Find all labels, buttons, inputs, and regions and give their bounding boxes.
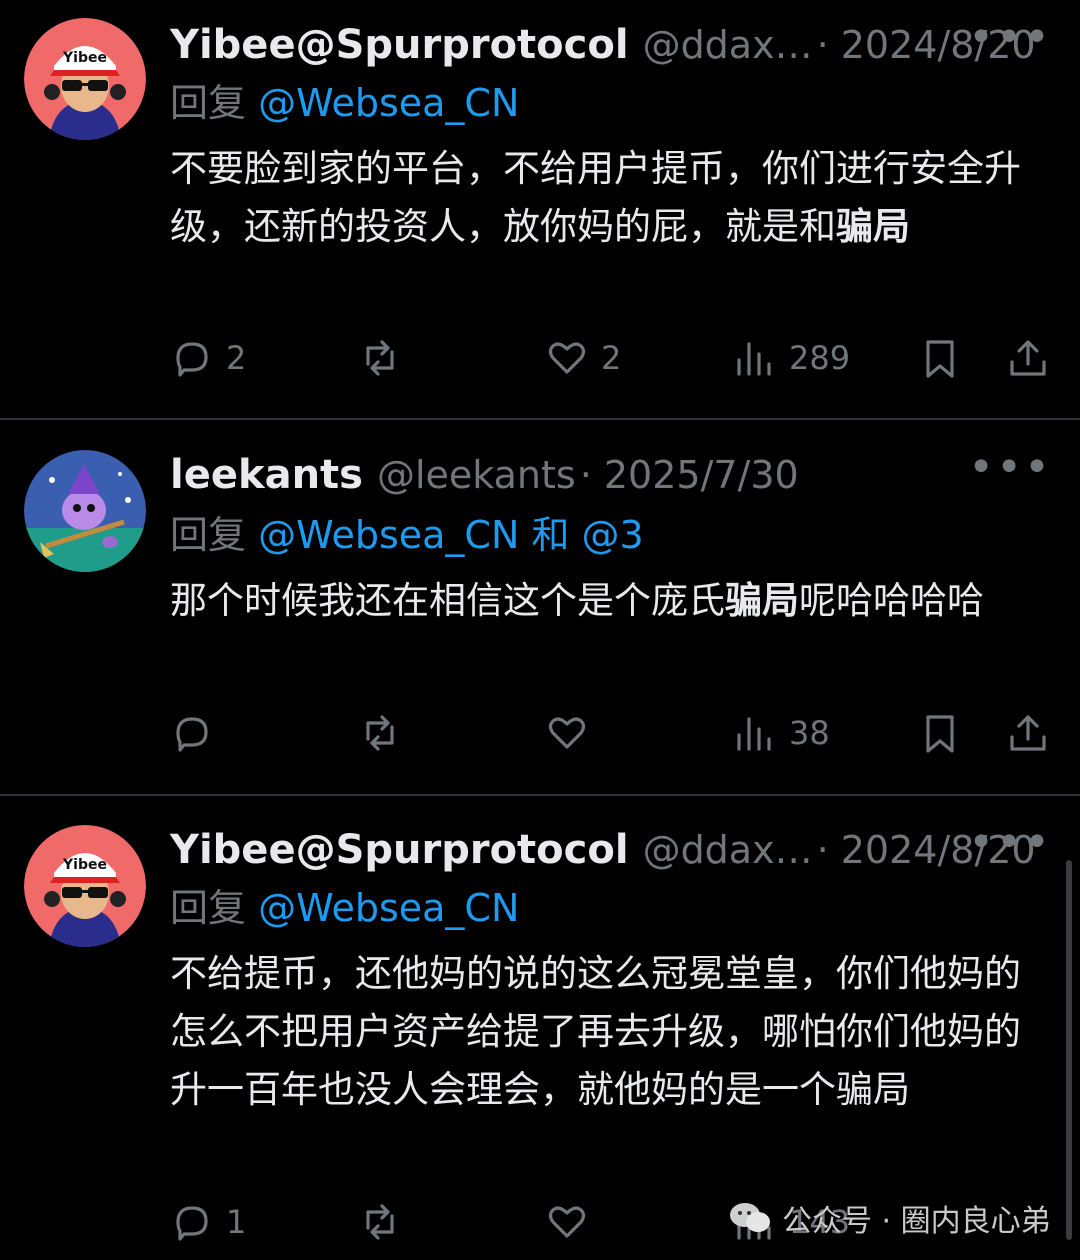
- tweet-text-bold: 骗局: [725, 579, 799, 622]
- reply-context: 回复 @Websea_CN: [170, 877, 519, 932]
- tweet-1[interactable]: Yibee Yibee@Spurprotocol @ddax… · 2024/8…: [0, 10, 1080, 410]
- reply-icon: [176, 717, 208, 752]
- more-options-icon[interactable]: •••: [968, 446, 1052, 490]
- share-icon: [1010, 715, 1046, 751]
- tweet-header: leekants @leekants · 2025/7/30: [170, 440, 1080, 510]
- reply-mention-link[interactable]: @Websea_CN 和 @3: [258, 513, 644, 557]
- reply-mention-link[interactable]: @Websea_CN: [258, 81, 519, 125]
- timestamp[interactable]: · 2025/7/30: [580, 453, 799, 497]
- bookmark-icon: [926, 340, 954, 378]
- reply-count: 1: [226, 1203, 247, 1241]
- tweet-text: 那个时候我还在相信这个是个庞氏骗局呢哈哈哈哈: [170, 572, 1050, 630]
- views-icon: [737, 342, 771, 376]
- tweet-text: 不要脸到家的平台，不给用户提币，你们进行安全升级，还新的投资人，放你妈的屁，就是…: [170, 140, 1050, 256]
- like-button[interactable]: [545, 703, 601, 763]
- display-name[interactable]: leekants: [170, 452, 363, 498]
- watermark-text: 公众号 · 圈内良心弟: [782, 1204, 1051, 1239]
- avatar-cap-text: Yibee: [62, 857, 107, 873]
- reply-context: 回复 @Websea_CN: [170, 72, 519, 127]
- more-options-icon[interactable]: •••: [968, 821, 1052, 865]
- views-count: 289: [789, 339, 851, 377]
- avatar-image-icon: Yibee: [24, 18, 146, 140]
- reply-icon: [176, 1206, 208, 1241]
- tweet-text: 不给提币，还他妈的说的这么冠冕堂皇，你们他妈的怎么不把用户资产给提了再去升级，哪…: [170, 945, 1050, 1119]
- reply-icon: [176, 342, 208, 377]
- avatar-cap-text: Yibee: [62, 50, 107, 66]
- more-options-icon[interactable]: •••: [968, 16, 1052, 60]
- divider: [0, 794, 1080, 796]
- avatar[interactable]: [24, 450, 146, 572]
- tweet-header: Yibee@Spurprotocol @ddax… · 2024/8/20: [170, 10, 1080, 80]
- views-button[interactable]: 38: [733, 703, 830, 763]
- tweet-header: Yibee@Spurprotocol @ddax… · 2024/8/20: [170, 815, 1080, 885]
- retweet-button[interactable]: [358, 1192, 414, 1252]
- bookmark-button[interactable]: [918, 328, 962, 388]
- handle[interactable]: @ddax…: [643, 23, 813, 67]
- tweet-2[interactable]: leekants @leekants · 2025/7/30 ••• 回复 @W…: [0, 440, 1080, 780]
- avatar[interactable]: Yibee: [24, 825, 146, 947]
- retweet-button[interactable]: [358, 703, 414, 763]
- reply-context: 回复 @Websea_CN 和 @3: [170, 504, 644, 559]
- tweet-text-main: 那个时候我还在相信这个是个庞氏: [170, 579, 725, 622]
- views-button[interactable]: 289: [733, 328, 850, 388]
- avatar[interactable]: Yibee: [24, 18, 146, 140]
- display-name[interactable]: Yibee@Spurprotocol: [170, 827, 629, 873]
- like-count: 2: [601, 339, 622, 377]
- reply-button[interactable]: 2: [170, 328, 246, 388]
- handle[interactable]: @leekants: [377, 453, 576, 497]
- reply-prefix: 回复: [170, 886, 247, 930]
- tweet-text-main: 不给提币，还他妈的说的这么冠冕堂皇，你们他妈的怎么不把用户资产给提了再去升级，哪…: [170, 952, 1021, 1111]
- tweet-text-tail: 呢哈哈哈哈: [799, 579, 984, 622]
- bookmark-icon: [926, 715, 954, 753]
- bookmark-button[interactable]: [918, 703, 962, 763]
- handle[interactable]: @ddax…: [643, 828, 813, 872]
- like-button[interactable]: [545, 1192, 601, 1252]
- reply-mention-link[interactable]: @Websea_CN: [258, 886, 519, 930]
- retweet-button[interactable]: [358, 328, 414, 388]
- wechat-icon: [730, 1203, 770, 1232]
- scrollbar[interactable]: [1066, 860, 1072, 1240]
- views-icon: [737, 717, 771, 751]
- tweet-text-bold: 骗局: [836, 205, 910, 248]
- reply-button[interactable]: 1: [170, 1192, 246, 1252]
- retweet-icon: [366, 715, 394, 751]
- avatar-image-icon: Yibee: [24, 825, 146, 947]
- tweet-3[interactable]: Yibee Yibee@Spurprotocol @ddax… · 2024/8…: [0, 815, 1080, 1260]
- avatar-image-icon: [24, 450, 146, 572]
- like-icon: [548, 342, 586, 374]
- reply-count: 2: [226, 339, 247, 377]
- reply-button[interactable]: [170, 703, 226, 763]
- action-bar: 38: [0, 703, 1080, 763]
- action-bar: 2 2 289: [0, 328, 1080, 388]
- retweet-icon: [366, 340, 394, 376]
- display-name[interactable]: Yibee@Spurprotocol: [170, 22, 629, 68]
- divider: [0, 418, 1080, 420]
- views-count: 38: [789, 714, 830, 752]
- retweet-icon: [366, 1204, 394, 1240]
- reply-prefix: 回复: [170, 513, 247, 557]
- watermark: 公众号 · 圈内良心弟: [728, 1196, 1051, 1240]
- share-button[interactable]: [1006, 703, 1050, 763]
- like-icon: [548, 717, 586, 749]
- share-button[interactable]: [1006, 328, 1050, 388]
- reply-prefix: 回复: [170, 81, 247, 125]
- share-icon: [1010, 340, 1046, 376]
- like-icon: [548, 1206, 586, 1238]
- like-button[interactable]: 2: [545, 328, 621, 388]
